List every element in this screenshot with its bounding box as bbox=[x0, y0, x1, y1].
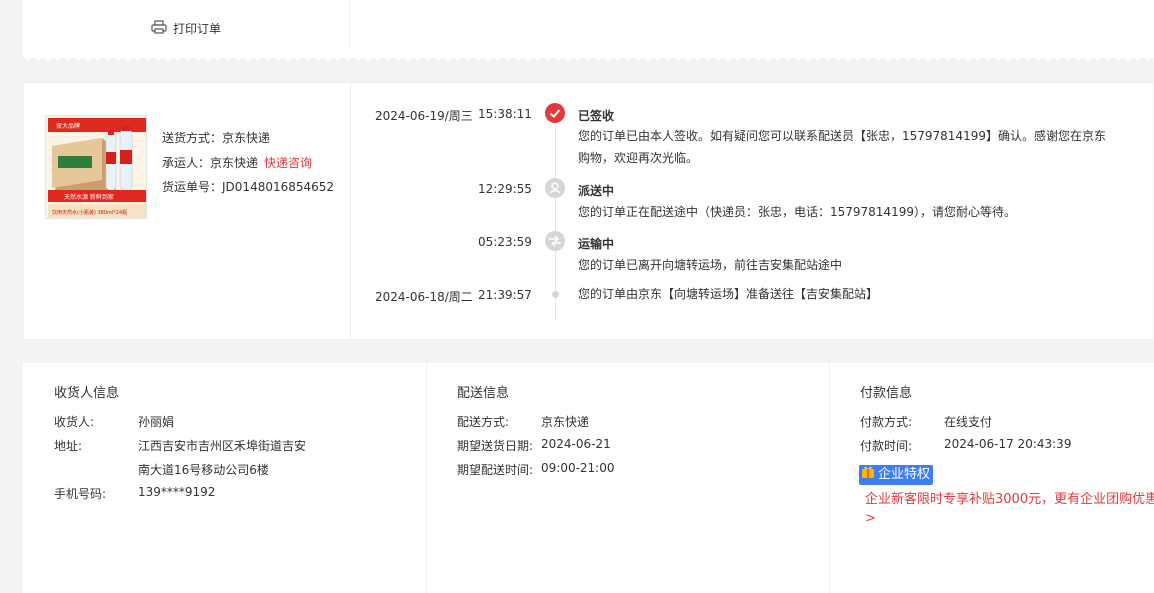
gift-icon bbox=[861, 465, 875, 486]
receiver-name-value: 孙丽娟 bbox=[138, 415, 175, 429]
product-thumbnail[interactable]: 双大品牌 天然水源 新鲜到家 饮用天然水(小瓶装) 380ml*24瓶 bbox=[45, 115, 147, 219]
payment-info-title: 付款信息 bbox=[860, 386, 913, 401]
timeline-time: 05:23:59 bbox=[478, 235, 532, 249]
check-icon bbox=[545, 103, 565, 123]
delivery-method-label: 配送方式: bbox=[457, 415, 510, 429]
truck-icon bbox=[545, 231, 565, 251]
receiver-address-line1: 江西吉安市吉州区禾埠街道吉安 bbox=[138, 439, 307, 453]
logistics-panel: 双大品牌 天然水源 新鲜到家 饮用天然水(小瓶装) 380ml*24瓶 送货方式… bbox=[23, 82, 1154, 340]
carrier-row: 承运人：京东快递 快递咨询 bbox=[162, 154, 312, 171]
timeline-status: 运输中 bbox=[578, 237, 615, 251]
courier-icon bbox=[545, 178, 565, 198]
carrier-label: 承运人： bbox=[162, 156, 211, 170]
timeline-date: 2024-06-18/周二 bbox=[375, 290, 473, 304]
payment-method-label: 付款方式: bbox=[860, 415, 913, 429]
timeline-time: 15:38:11 bbox=[478, 107, 532, 121]
logistics-divider bbox=[350, 83, 351, 339]
timeline-desc: 购物，欢迎再次光临。 bbox=[578, 151, 699, 165]
shipping-method-label: 送货方式： bbox=[162, 131, 223, 145]
actions-divider bbox=[349, 0, 350, 46]
printer-icon bbox=[151, 20, 167, 37]
timeline-desc: 您的订单由京东【向塘转运场】准备送往【吉安集配站】 bbox=[578, 287, 879, 301]
delivery-info-section: 配送信息 配送方式: 京东快递 期望送货日期: 2024-06-21 期望配送时… bbox=[426, 363, 829, 593]
promo-arrow-link[interactable]: > bbox=[865, 511, 876, 526]
receiver-info-title: 收货人信息 bbox=[54, 386, 120, 401]
zigzag-edge bbox=[23, 56, 1154, 62]
tracking-number-label: 货运单号： bbox=[162, 180, 223, 194]
timeline-desc: 您的订单已离开向塘转运场，前往吉安集配站途中 bbox=[578, 258, 843, 272]
receiver-address-line2: 南大道16号移动公司6楼 bbox=[138, 463, 269, 477]
delivery-time-label: 期望配送时间: bbox=[457, 463, 534, 477]
tracking-number-value: JD0148016854652 bbox=[222, 180, 335, 194]
order-info-panel: 收货人信息 收货人: 孙丽娟 地址: 江西吉安市吉州区禾埠街道吉安 南大道16号… bbox=[23, 363, 1154, 593]
timeline-date: 2024-06-19/周三 bbox=[375, 109, 473, 123]
delivery-method-value: 京东快递 bbox=[541, 415, 590, 429]
timeline-status: 已签收 bbox=[578, 109, 615, 123]
delivery-date-label: 期望送货日期: bbox=[457, 439, 534, 453]
order-actions-bar: 打印订单 bbox=[23, 0, 1154, 58]
timeline-desc: 您的订单已由本人签收。如有疑问您可以联系配送员【张忠，15797814199】确… bbox=[578, 129, 1106, 143]
shipping-method-value: 京东快递 bbox=[222, 131, 271, 145]
delivery-info-title: 配送信息 bbox=[457, 386, 510, 401]
timeline-desc: 您的订单正在配送途中（快递员：张忠，电话：15797814199），请您耐心等待… bbox=[578, 205, 1016, 219]
receiver-address-label: 地址: bbox=[54, 439, 83, 453]
tracking-number-row: 货运单号：JD0148016854652 bbox=[162, 178, 334, 195]
courier-consult-link[interactable]: 快递咨询 bbox=[264, 156, 312, 170]
receiver-info-section: 收货人信息 收货人: 孙丽娟 地址: 江西吉安市吉州区禾埠街道吉安 南大道16号… bbox=[23, 363, 426, 593]
timeline-time: 12:29:55 bbox=[478, 182, 532, 196]
receiver-phone-value: 139****9192 bbox=[138, 485, 216, 499]
receiver-name-label: 收货人: bbox=[54, 415, 95, 429]
print-order-button[interactable]: 打印订单 bbox=[151, 20, 221, 37]
print-order-label: 打印订单 bbox=[173, 22, 222, 36]
enterprise-privilege-badge[interactable]: 企业特权 bbox=[859, 465, 934, 486]
product-footer-text: 饮用天然水(小瓶装) 380ml*24瓶 bbox=[52, 209, 127, 216]
timeline-status: 派送中 bbox=[578, 184, 615, 198]
delivery-date-value: 2024-06-21 bbox=[541, 437, 611, 451]
timeline-time: 21:39:57 bbox=[478, 288, 532, 302]
receiver-phone-label: 手机号码: bbox=[54, 487, 107, 501]
timeline-line bbox=[555, 119, 556, 319]
dot-icon bbox=[552, 291, 559, 298]
product-tag-text: 双大品牌 bbox=[56, 122, 80, 130]
enterprise-badge-label: 企业特权 bbox=[878, 467, 931, 482]
delivery-time-value: 09:00-21:00 bbox=[541, 461, 615, 475]
payment-time-value: 2024-06-17 20:43:39 bbox=[944, 437, 1072, 451]
payment-method-value: 在线支付 bbox=[944, 415, 993, 429]
product-banner-text: 天然水源 新鲜到家 bbox=[64, 193, 114, 201]
shipping-method-row: 送货方式：京东快递 bbox=[162, 129, 270, 146]
payment-time-label: 付款时间: bbox=[860, 439, 913, 453]
carrier-value: 京东快递 bbox=[210, 156, 259, 170]
enterprise-promo-link[interactable]: 企业新客限时专享补贴3000元，更有企业团购优惠 bbox=[865, 489, 1154, 511]
